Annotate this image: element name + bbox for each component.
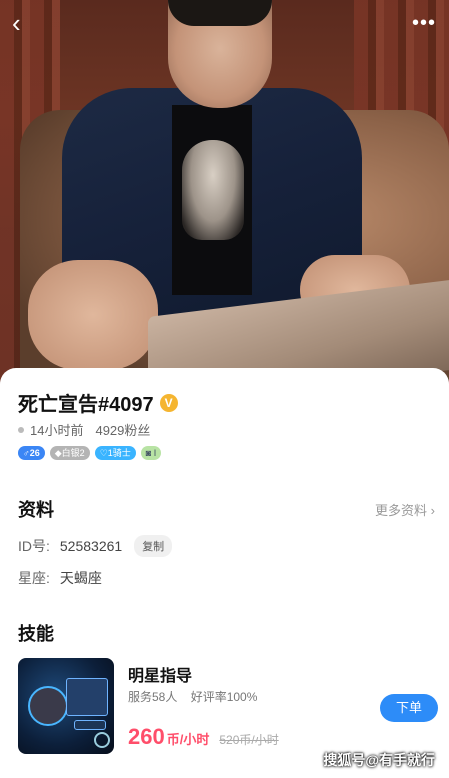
id-label: ID号: [18,538,50,554]
old-price: 520币/小时 [219,733,279,747]
price: 260 [128,724,165,749]
rank-tag: ◆白银2 [49,446,90,460]
back-icon[interactable]: ‹ [12,10,40,38]
thumb-panel [66,678,108,716]
hair [168,0,272,26]
more-options-icon[interactable]: ••• [409,12,439,34]
player-name: 死亡宣告#4097 [18,394,154,416]
gender-age-tag: ♂26 [18,446,45,460]
profile-card: 死亡宣告#4097 V 14小时前 4929粉丝 ♂26 ◆白银2 ♡1骑士 ◙… [0,368,449,778]
served-count: 服务58人 [128,690,178,704]
skill-name: 明星指导 [128,668,193,685]
fans-count: 4929粉丝 [95,423,151,438]
zodiac-value: 天蝎座 [59,570,102,586]
thumb-panel-small [74,720,106,730]
meta-row: 14小时前 4929粉丝 [18,420,150,439]
name-row: 死亡宣告#4097 V [18,388,178,417]
order-button[interactable]: 下单 [380,694,438,722]
level-tag: ◙ I [140,446,162,460]
thumb-avatar-ring [28,686,68,726]
price-unit: 币/小时 [166,732,210,747]
price-row: 260 币/小时 520币/小时 [128,724,279,750]
zodiac-row: 星座: 天蝎座 [18,568,102,588]
rating: 好评率100% [190,690,258,704]
skill-stats: 服务58人 好评率100% [128,688,257,705]
online-status-dot [18,426,24,433]
copy-id-button[interactable]: 复制 [134,535,173,557]
more-info-link[interactable]: 更多资料 › [375,500,435,519]
tag-list: ♂26 ◆白银2 ♡1骑士 ◙ I [18,446,162,460]
zodiac-label: 星座: [18,570,50,586]
skill-thumbnail [18,658,114,754]
thumb-circle-icon [94,732,110,748]
skills-section-title: 技能 [18,624,54,644]
info-section-title: 资料 [18,500,54,520]
id-row: ID号: 52583261 复制 [18,535,173,557]
watermark: 搜狐号@有手就行 [323,752,435,768]
id-value: 52583261 [59,538,123,554]
profile-photo [0,0,449,385]
knight-tag: ♡1骑士 [94,446,136,460]
skill-card[interactable]: 明星指导 服务58人 好评率100% 260 币/小时 520币/小时 下单 [18,658,438,756]
skull-print [182,140,244,240]
last-active: 14小时前 [30,423,84,438]
left-arm [28,260,158,370]
verified-icon: V [159,393,178,412]
